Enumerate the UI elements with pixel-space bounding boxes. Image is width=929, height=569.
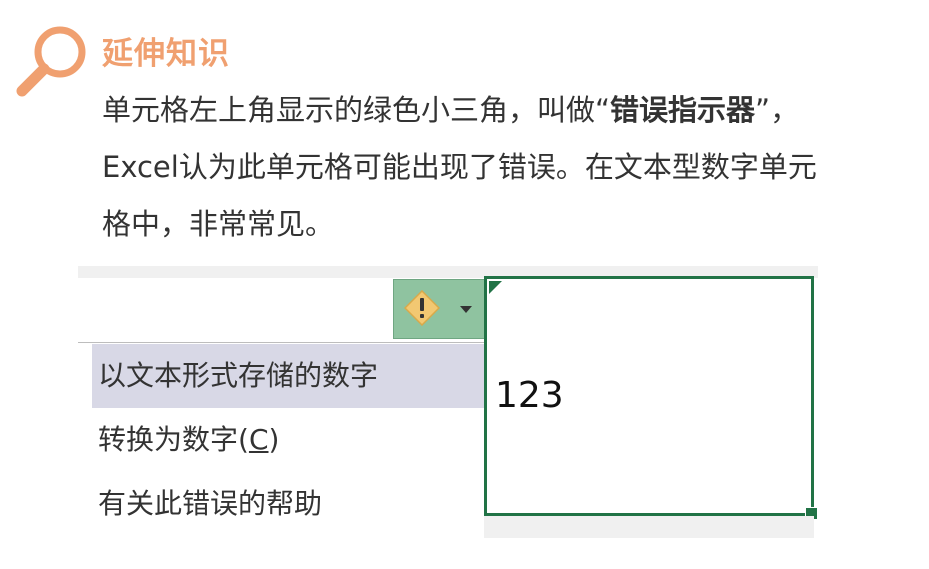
paragraph-line-1: 单元格左上角显示的绿色小三角，叫做“错误指示器”， [102,93,800,127]
section-title: 延伸知识 [102,36,230,72]
paragraph-line-2: Excel认为此单元格可能出现了错误。在文本型数字单元 [102,150,817,184]
error-indicator-term: 错误指示器 [610,93,756,127]
sheet-background-bottom [484,516,814,538]
cell-value: 123 [495,375,564,416]
error-options-menu: 以文本形式存储的数字 转换为数字(C) 有关此错误的帮助 [78,344,484,538]
menu-item-help-on-error[interactable]: 有关此错误的帮助 [92,472,484,536]
error-indicator-triangle [489,281,502,294]
excel-illustration: 以文本形式存储的数字 转换为数字(C) 有关此错误的帮助 123 [78,266,818,538]
menu-item-number-stored-as-text[interactable]: 以文本形式存储的数字 [92,344,484,408]
selected-cell[interactable]: 123 [484,276,818,520]
menu-item-convert-to-number[interactable]: 转换为数字(C) [92,408,484,472]
magnifier-icon [16,26,86,97]
accelerator-key: C [248,423,269,456]
warning-diamond-icon [404,290,440,326]
explanation-paragraph: 单元格左上角显示的绿色小三角，叫做“错误指示器”， Excel认为此单元格可能出… [102,82,902,253]
paragraph-line-3: 格中，非常常见。 [102,207,335,241]
error-smart-tag-button[interactable] [393,279,485,339]
chevron-down-icon[interactable] [460,306,472,313]
